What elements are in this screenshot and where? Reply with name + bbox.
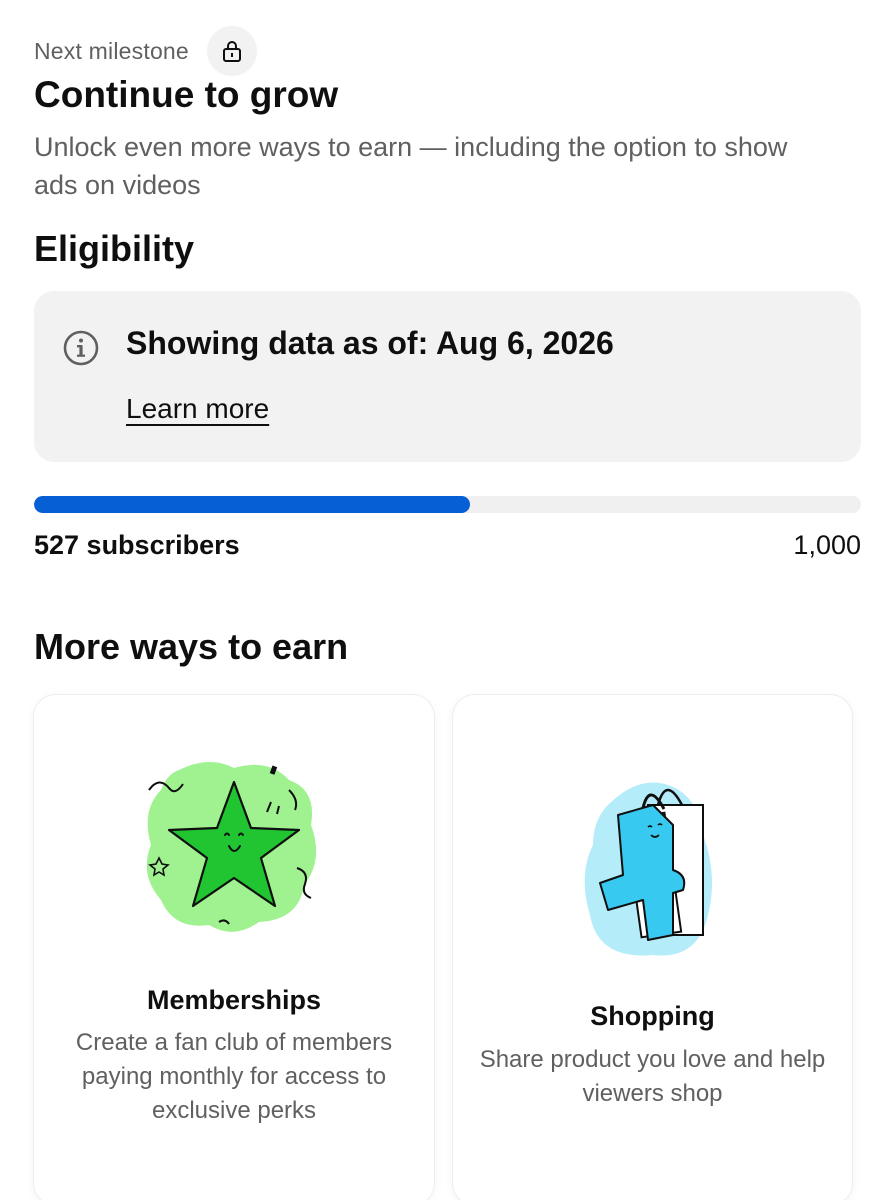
star-illustration xyxy=(146,761,317,932)
subscriber-progress-fill xyxy=(34,496,470,513)
eligibility-heading: Eligibility xyxy=(34,228,195,269)
info-icon xyxy=(63,330,99,366)
learn-more-link[interactable]: Learn more xyxy=(126,393,269,425)
memberships-card[interactable]: Memberships Create a fan club of members… xyxy=(34,695,434,1200)
lock-badge xyxy=(206,26,257,76)
subscriber-count: 527 subscribers xyxy=(34,530,240,560)
memberships-title: Memberships xyxy=(146,985,322,1015)
shopping-description: Share product you love and help viewers … xyxy=(479,1046,826,1107)
page-subtitle: Unlock even more ways to earn — includin… xyxy=(34,132,788,200)
earn-page: Next milestone Continue to grow Unlock e… xyxy=(0,0,895,1200)
milestone-label: Next milestone xyxy=(34,37,189,64)
data-as-of-text: Showing data as of: Aug 6, 2026 xyxy=(126,325,614,361)
memberships-description: Create a fan club of members paying mont… xyxy=(75,1029,393,1124)
subscriber-goal: 1,000 xyxy=(793,530,861,560)
shopping-title: Shopping xyxy=(590,1001,715,1031)
eligibility-info-card: Showing data as of: Aug 6, 2026 Learn mo… xyxy=(34,291,861,462)
page-title: Continue to grow xyxy=(34,74,339,115)
shopping-bag-illustration xyxy=(584,782,712,956)
more-ways-heading: More ways to earn xyxy=(34,626,349,667)
subscriber-progress-bar xyxy=(34,496,861,513)
lock-icon xyxy=(222,41,241,62)
shopping-card[interactable]: Shopping Share product you love and help… xyxy=(453,695,852,1200)
milestone-row: Next milestone xyxy=(34,26,257,76)
